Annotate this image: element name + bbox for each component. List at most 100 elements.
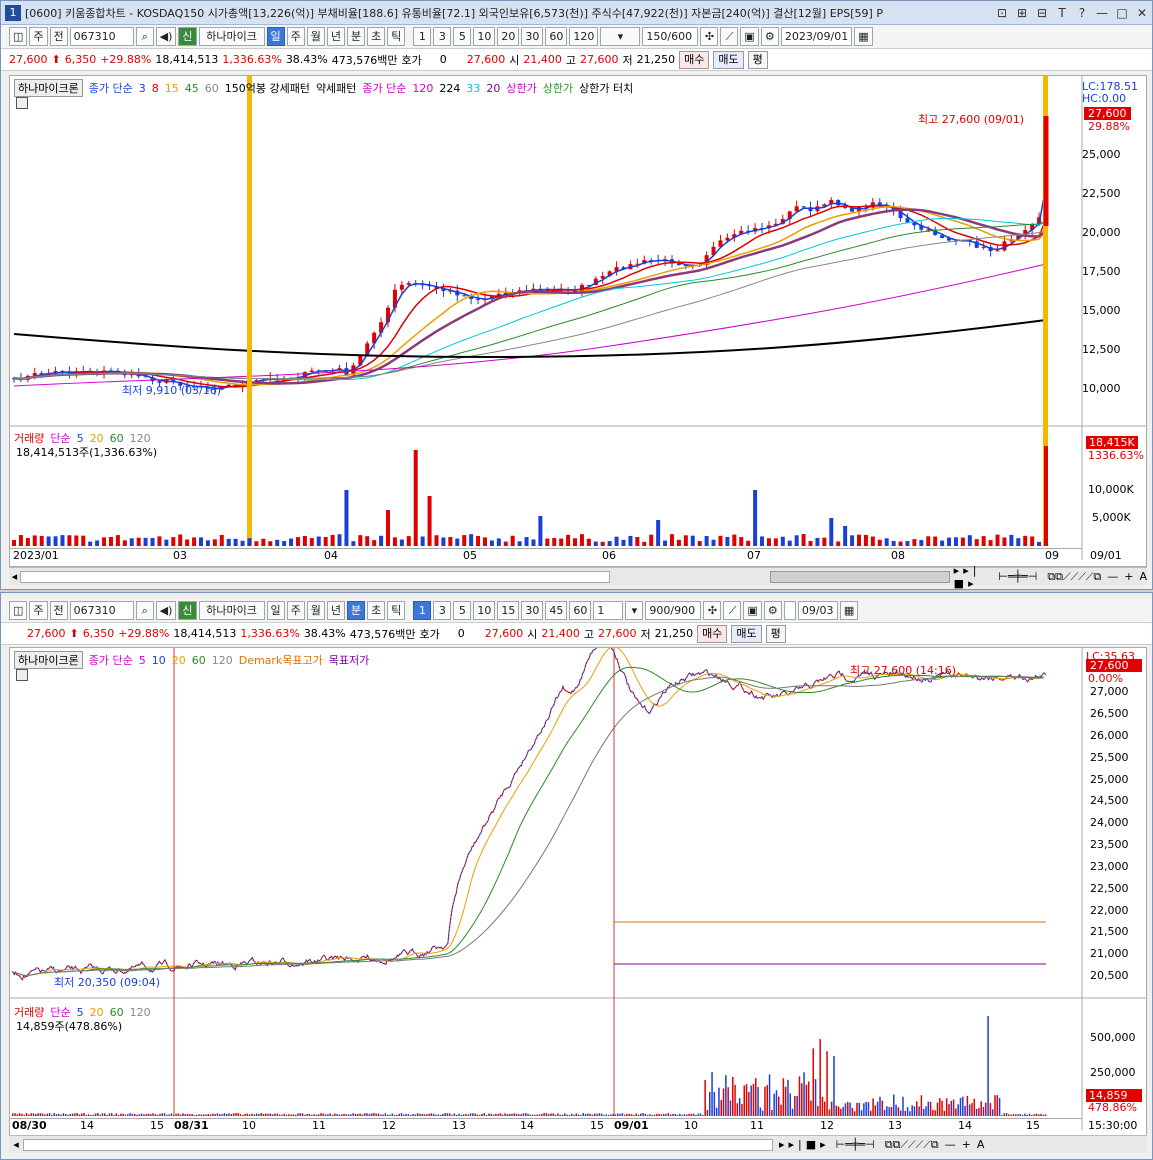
zoom-slider[interactable]: ⊢═╪═⊣ (836, 1138, 875, 1151)
range-select[interactable]: 전 (49, 27, 68, 46)
trend-icon[interactable]: ⟋ (720, 27, 739, 46)
interval-3[interactable]: 3 (433, 27, 452, 46)
interval-1[interactable]: 1 (413, 27, 432, 46)
date-input[interactable]: 09/03 (797, 601, 838, 620)
type-select[interactable]: 주 (29, 601, 48, 620)
sell-button[interactable]: 매도 (713, 50, 744, 69)
search-icon[interactable]: ⌕ (135, 27, 154, 46)
interval-dropdown[interactable]: ▾ (625, 601, 644, 620)
period-week[interactable]: 주 (286, 601, 305, 620)
play-controls[interactable]: ▸▸|■▸ (779, 1138, 830, 1151)
settings-icon[interactable]: ⚙ (763, 601, 782, 620)
drawing-tools[interactable]: ⧉⧉⟋⟋⟋⟋⧉ (885, 1138, 939, 1152)
eval-button[interactable]: 평 (765, 624, 786, 643)
calendar-icon[interactable]: ▦ (854, 27, 873, 46)
period-minute[interactable]: 분 (347, 27, 366, 46)
period-year[interactable]: 년 (326, 27, 346, 46)
search-icon[interactable]: ⌕ (135, 601, 154, 620)
bar-count-input[interactable]: 150/600 (642, 27, 699, 46)
stock-code-input[interactable]: 067310 (69, 27, 134, 46)
close-button[interactable]: ✕ (1132, 4, 1152, 22)
interval-10[interactable]: 10 (473, 27, 496, 46)
speaker-icon[interactable]: ◀) (155, 601, 177, 620)
scroll-track[interactable] (23, 1138, 773, 1151)
date-input[interactable]: 2023/09/01 (780, 27, 853, 46)
play-controls[interactable]: ▸▸|■▸ (954, 564, 993, 590)
minute-scrollbar[interactable]: ◂ ▸▸|■▸ ⊢═╪═⊣ ⧉⧉⟋⟋⟋⟋⧉ — + A (9, 1135, 1147, 1153)
window-restore-icon[interactable]: ⊡ (992, 4, 1012, 22)
auto-icon[interactable]: A (977, 1138, 985, 1151)
auto-icon[interactable]: A (1139, 570, 1147, 583)
speaker-icon[interactable]: ◀) (155, 27, 177, 46)
period-month[interactable]: 월 (306, 27, 325, 46)
settings-icon[interactable]: ⚙ (760, 27, 779, 46)
period-tick[interactable]: 틱 (387, 27, 406, 46)
zoom-out-icon[interactable]: — (945, 1138, 956, 1151)
window-split-icon[interactable]: ⊟ (1032, 4, 1052, 22)
stock-code-input[interactable]: 067310 (69, 601, 134, 620)
period-year[interactable]: 년 (326, 601, 346, 620)
layout-icon[interactable]: ◫ (9, 27, 28, 46)
help-icon[interactable]: ? (1072, 4, 1092, 22)
type-select[interactable]: 주 (29, 27, 48, 46)
interval-20[interactable]: 20 (497, 27, 520, 46)
period-second[interactable]: 초 (367, 601, 386, 620)
interval-1[interactable]: 1 (413, 601, 432, 620)
crosshair-icon[interactable]: ✣ (703, 601, 722, 620)
period-week[interactable]: 주 (286, 27, 305, 46)
trend-icon[interactable]: ⟋ (723, 601, 742, 620)
buy-button[interactable]: 매수 (679, 50, 710, 69)
interval-3[interactable]: 3 (433, 601, 452, 620)
legend-ma-10: 10 (151, 653, 166, 667)
scroll-left-icon[interactable]: ◂ (9, 570, 20, 583)
interval-30[interactable]: 30 (521, 27, 544, 46)
buy-button[interactable]: 매수 (697, 624, 728, 643)
period-minute[interactable]: 분 (347, 601, 366, 620)
zoom-out-icon[interactable]: — (1107, 570, 1118, 583)
interval-5[interactable]: 5 (453, 27, 472, 46)
period-month[interactable]: 월 (306, 601, 325, 620)
crosshair-icon[interactable]: ✣ (700, 27, 719, 46)
daily-price-chart[interactable]: 하나마이크론 종가 단순 3 8 15 45 60 150억봉 강세패턴 약세패… (9, 75, 1147, 567)
interval-60[interactable]: 60 (545, 27, 568, 46)
calendar-icon[interactable]: ▦ (839, 601, 859, 620)
layout-icon[interactable]: ◫ (9, 601, 28, 620)
interval-10[interactable]: 10 (473, 601, 496, 620)
save-icon[interactable]: ▣ (743, 601, 762, 620)
zoom-in-icon[interactable]: + (1124, 570, 1133, 583)
interval-5[interactable]: 5 (453, 601, 472, 620)
scroll-thumb[interactable] (769, 570, 950, 583)
interval-45[interactable]: 45 (545, 601, 568, 620)
minute-price-chart[interactable]: 하나마이크론 종가 단순 5 10 20 60 120 Demark목표고가 목… (9, 641, 1147, 1141)
grid-toggle-icon[interactable] (16, 669, 28, 681)
legend-stock-name[interactable]: 하나마이크론 (14, 79, 83, 97)
range-select[interactable]: 전 (49, 601, 68, 620)
bar-count-input[interactable]: 900/900 (645, 601, 702, 620)
zoom-slider[interactable]: ⊢═╪═⊣ (998, 570, 1037, 583)
zoom-in-icon[interactable]: + (962, 1138, 971, 1151)
interval-30[interactable]: 30 (521, 601, 544, 620)
interval-15[interactable]: 15 (497, 601, 520, 620)
window-tile-icon[interactable]: ⊞ (1012, 4, 1032, 22)
date-checkbox[interactable] (783, 601, 796, 620)
period-tick[interactable]: 틱 (387, 601, 406, 620)
scroll-left-icon[interactable]: ◂ (9, 1138, 23, 1151)
interval-input[interactable]: 1 (593, 601, 624, 620)
period-second[interactable]: 초 (367, 27, 386, 46)
maximize-button[interactable]: □ (1112, 4, 1132, 22)
scroll-track[interactable] (19, 570, 610, 583)
minimize-button[interactable]: — (1092, 4, 1112, 22)
drawing-tools[interactable]: ⧉⧉⟋⟋⟋⟋⧉ (1047, 570, 1101, 584)
save-icon[interactable]: ▣ (740, 27, 759, 46)
legend-stock-name[interactable]: 하나마이크론 (14, 651, 83, 669)
eval-button[interactable]: 평 (747, 50, 768, 69)
interval-dropdown[interactable]: ▾ (600, 27, 641, 46)
interval-60[interactable]: 60 (569, 601, 592, 620)
period-day[interactable]: 일 (266, 27, 285, 46)
period-day[interactable]: 일 (266, 601, 285, 620)
daily-scrollbar[interactable]: ◂ ▸▸|■▸ ⊢═╪═⊣ ⧉⧉⟋⟋⟋⟋⧉ — + A (9, 564, 1147, 590)
font-icon[interactable]: T (1052, 4, 1072, 22)
interval-120[interactable]: 120 (569, 27, 599, 46)
sell-button[interactable]: 매도 (731, 624, 762, 643)
grid-toggle-icon[interactable] (16, 97, 28, 109)
